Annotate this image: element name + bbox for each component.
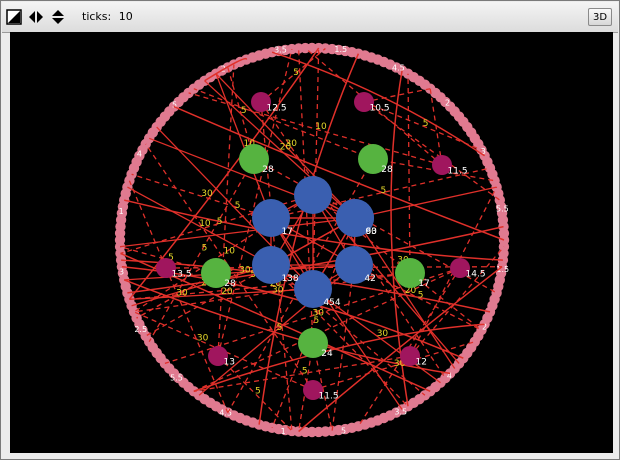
dashed-link (407, 73, 411, 274)
link-weight-label: 30 (176, 289, 188, 299)
netlogo-view-window: ticks: 10 3D 1.5 2 4 3.5 5 1 4.5 5.5 2.5 3 1 4 5 2 3.5… (0, 0, 620, 460)
network-canvas: 1.5243.5514.55.52.5314523.5 1.54.5235.5 5… (114, 42, 510, 438)
dashed-link (128, 180, 167, 269)
link-weight-label: 5 (302, 367, 308, 377)
link-weight-label: 30 (197, 333, 209, 343)
link-weight-label: 5 (277, 323, 283, 333)
ring-node-label: 5 (341, 426, 346, 435)
arrow-left-right-icon[interactable] (28, 9, 44, 25)
ring-node-label: 1 (119, 207, 124, 216)
green-node-label: 24 (321, 349, 333, 359)
blue-node[interactable] (294, 176, 332, 214)
link-weight-label: 10 (199, 219, 211, 229)
solid-link (354, 186, 497, 219)
blue-node-label: 42 (364, 274, 375, 284)
link-weight-label: 5 (418, 291, 424, 301)
ticks-counter: ticks: 10 (82, 10, 133, 23)
link-weight-label: 5 (235, 201, 241, 211)
ticks-label: ticks: (82, 10, 112, 23)
world-view[interactable]: 1.5 2 4 3.5 5 1 4.5 5.5 2.5 3 1 4 5 2 3.5 1.5 4.5 2 3 5.5 5… (10, 32, 613, 453)
ring-node-label: 2.5 (134, 325, 147, 334)
link-weight-label: 5 (202, 243, 208, 253)
link-weight-label: 5 (314, 316, 320, 326)
ticks-value: 10 (118, 10, 133, 23)
magenta-node-label: 13.5 (172, 270, 192, 280)
ring-node (498, 228, 510, 239)
link-weight-label: 10 (224, 247, 236, 257)
ring-node-label: 5.5 (170, 373, 183, 382)
ring-node-label: 1.5 (334, 45, 347, 54)
blue-node-label: 17 (281, 227, 292, 237)
link-weight-label: 5 (255, 387, 261, 397)
green-node-label: 28 (262, 165, 274, 175)
ring-node-label: 1 (281, 427, 286, 436)
magenta-node-label: 10.5 (370, 104, 390, 114)
green-node-label: 17 (418, 279, 429, 289)
link-weight-label: 30 (286, 139, 298, 149)
magenta-node-label: 14.5 (466, 270, 486, 280)
green-node-label: 28 (224, 279, 236, 289)
magenta-node-label: 11.5 (448, 167, 468, 177)
magenta-node-label: 12.5 (267, 104, 287, 114)
blue-node-label: 454 (323, 298, 340, 308)
green-node-label: 28 (381, 165, 393, 175)
link-weight-label: 30 (239, 266, 251, 276)
link-weight-label: 5 (381, 186, 387, 196)
link-weight-label: 5 (423, 119, 429, 129)
magenta-node-label: 12 (416, 358, 427, 368)
link-weight-label: 5 (217, 217, 223, 227)
link-weight-label: 10 (315, 122, 327, 132)
ring-node-label: 2 (445, 99, 450, 108)
link-weight-label: 5 (293, 68, 299, 78)
link-weight-label: 5 (241, 106, 247, 116)
arrow-up-down-icon[interactable] (50, 9, 66, 25)
ring-node-label: 5.5 (496, 205, 509, 214)
dashed-link (217, 64, 235, 357)
blue-node-label: 138 (281, 274, 298, 284)
magenta-node-label: 11.5 (319, 392, 339, 402)
blue-node-label: 90 (365, 227, 377, 237)
view-toolbar: ticks: 10 3D (2, 2, 618, 33)
magenta-node-label: 13 (224, 358, 235, 368)
ring-node-label: 4.5 (392, 63, 405, 72)
zoom-box-icon[interactable] (6, 9, 22, 25)
link-weight-label: 30 (201, 189, 213, 199)
ring-node-label: 4 (137, 150, 142, 159)
link-weight-label: 30 (377, 329, 389, 339)
ring-node-label: 3 (119, 268, 124, 277)
3d-view-button[interactable]: 3D (588, 8, 612, 26)
